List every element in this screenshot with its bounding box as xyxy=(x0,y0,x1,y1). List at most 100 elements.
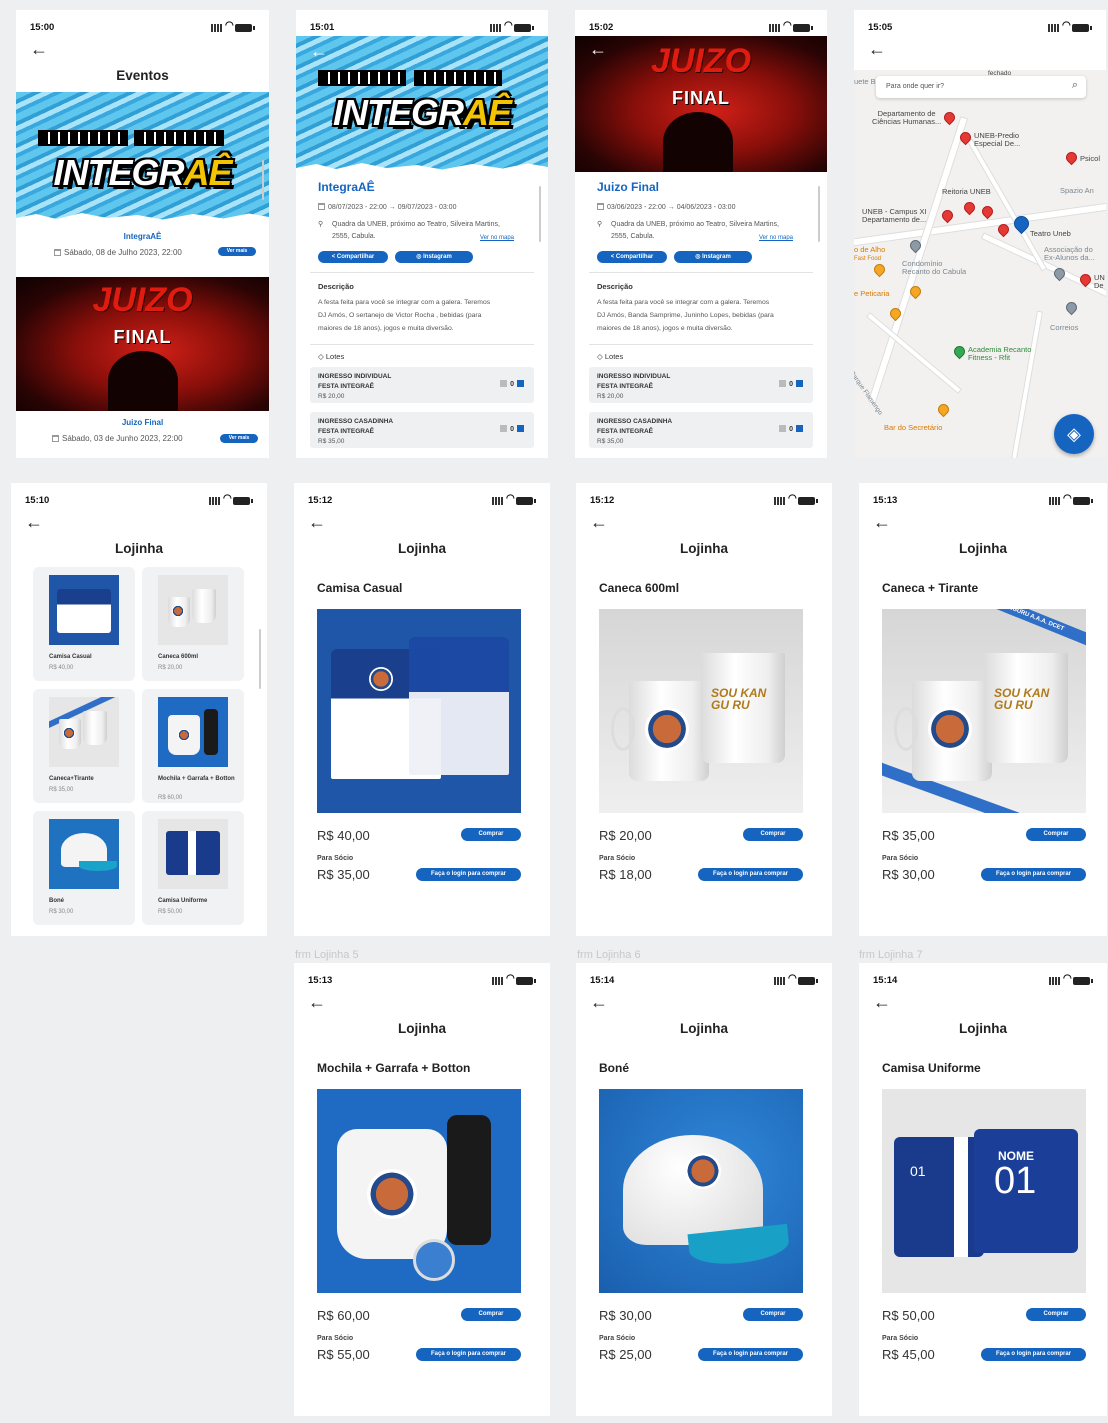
map-pin-icon[interactable] xyxy=(941,109,958,126)
ticket-lot: INGRESSO CASADINHA FESTA INTEGRAÊ R$ 35,00… xyxy=(310,412,534,448)
minus-icon xyxy=(779,425,787,432)
login-to-buy-button[interactable]: Faça o login para comprar xyxy=(416,868,521,881)
back-arrow-icon[interactable]: ← xyxy=(308,513,326,531)
back-arrow-icon[interactable]: ← xyxy=(873,993,891,1011)
login-to-buy-button[interactable]: Faça o login para comprar xyxy=(698,1348,803,1361)
event-description: A festa feita para você se integrar com … xyxy=(597,299,774,332)
instagram-button[interactable]: ◎ Instagram xyxy=(674,251,752,263)
map-label: Condomínio Recanto do Cabula xyxy=(902,259,967,276)
calendar-icon xyxy=(52,435,59,442)
quantity-stepper[interactable]: 0 xyxy=(497,380,524,390)
status-time: 15:13 xyxy=(308,975,333,986)
product-name: Caneca 600ml xyxy=(599,581,680,595)
directions-fab[interactable]: ◈ xyxy=(1054,414,1094,454)
share-button[interactable]: < Compartilhar xyxy=(318,251,388,263)
event-banner-integraae[interactable]: INTEGRAÊ xyxy=(16,92,269,222)
product-tile[interactable]: Boné R$ 30,00 xyxy=(33,811,135,925)
instagram-button[interactable]: ◎ Instagram xyxy=(395,251,473,263)
map-pin-icon[interactable] xyxy=(979,203,996,220)
back-arrow-icon[interactable]: ← xyxy=(590,993,608,1011)
ver-mais-button[interactable]: Ver mais xyxy=(220,434,258,443)
page-title: Lojinha xyxy=(959,1021,1007,1036)
search-input[interactable]: Para onde quer ir? xyxy=(886,83,944,90)
map-pin-icon[interactable] xyxy=(1063,149,1080,166)
quantity-stepper[interactable]: 0 xyxy=(776,425,803,435)
map-label: Associação do Ex-Alunos da... xyxy=(1044,245,1095,262)
map-view[interactable]: uete Br fechado Para onde quer ir? ⌕ Dep… xyxy=(854,70,1106,458)
product-tile[interactable]: Caneca 600ml R$ 20,00 xyxy=(142,567,244,681)
map-pin-icon[interactable] xyxy=(961,199,978,216)
page-title: Eventos xyxy=(116,68,169,83)
minus-icon xyxy=(500,380,508,387)
map-pin-icon[interactable] xyxy=(1063,299,1080,316)
event-banner-juizo-final[interactable]: JUIZO FINAL xyxy=(16,277,269,411)
status-bar: 15:10 ◠ xyxy=(25,494,253,507)
back-arrow-icon[interactable]: ← xyxy=(308,993,326,1011)
socio-label: Para Sócio xyxy=(317,855,354,862)
product-tile[interactable]: Caneca+Tirante R$ 35,00 xyxy=(33,689,135,803)
page-title: Lojinha xyxy=(398,1021,446,1036)
socio-price: R$ 30,00 xyxy=(882,867,935,882)
status-icons: ◠ xyxy=(492,494,536,506)
ver-mais-button[interactable]: Ver mais xyxy=(218,247,256,256)
map-link[interactable]: Ver no mapa xyxy=(480,232,514,244)
plus-icon xyxy=(796,425,803,432)
product-name: Camisa Casual xyxy=(317,581,403,595)
location-pin-icon: ⚲ xyxy=(318,221,324,228)
event-title: IntegraAÊ xyxy=(318,180,375,194)
back-arrow-icon[interactable]: ← xyxy=(30,40,48,58)
product-tile[interactable]: Camisa Uniforme R$ 50,00 xyxy=(142,811,244,925)
map-label: Academia Recanto Fitness - Rfit xyxy=(968,345,1032,362)
login-to-buy-button[interactable]: Faça o login para comprar xyxy=(698,868,803,881)
back-arrow-icon[interactable]: ← xyxy=(310,42,328,60)
gym-pin-icon[interactable] xyxy=(951,343,968,360)
status-bar: 15:12 ◠ xyxy=(590,494,818,507)
map-pin-icon[interactable] xyxy=(939,207,956,224)
buy-button[interactable]: Comprar xyxy=(743,828,803,841)
buy-button[interactable]: Comprar xyxy=(1026,828,1086,841)
sunglasses-icon xyxy=(318,70,406,86)
back-arrow-icon[interactable]: ← xyxy=(25,513,43,531)
minus-icon xyxy=(500,425,508,432)
lojinha-grid-screen: 15:10 ◠ ← Lojinha Camisa Casual R$ 40,00 … xyxy=(11,483,267,936)
event-banner: ← INTEGRAÊ xyxy=(296,36,548,172)
socio-label: Para Sócio xyxy=(882,855,919,862)
product-tile[interactable]: Mochila + Garrafa + Botton R$ 60,00 xyxy=(142,689,244,803)
quantity-stepper[interactable]: 0 xyxy=(497,425,524,435)
search-bar[interactable]: Para onde quer ir? ⌕ xyxy=(876,76,1086,98)
search-icon[interactable]: ⌕ xyxy=(1072,79,1078,92)
event-detail-integraae: 15:01 ◠ ← INTEGRAÊ IntegraAÊ 08/07/2023 -… xyxy=(296,10,548,458)
product-image xyxy=(49,575,119,645)
event-banner: ← JUIZO FINAL xyxy=(575,36,827,172)
bar-pin-icon[interactable] xyxy=(935,401,952,418)
food-pin-icon[interactable] xyxy=(871,261,888,278)
buy-button[interactable]: Comprar xyxy=(461,1308,521,1321)
page-title: Lojinha xyxy=(398,541,446,556)
product-tile[interactable]: Camisa Casual R$ 40,00 xyxy=(33,567,135,681)
product-image xyxy=(317,609,521,813)
buy-button[interactable]: Comprar xyxy=(1026,1308,1086,1321)
sunglasses-icon xyxy=(134,130,224,146)
product-name: Mochila + Garrafa + Botton xyxy=(317,1061,471,1075)
back-arrow-icon[interactable]: ← xyxy=(590,513,608,531)
page-title: Lojinha xyxy=(115,541,163,556)
back-arrow-icon[interactable]: ← xyxy=(873,513,891,531)
login-to-buy-button[interactable]: Faça o login para comprar xyxy=(981,868,1086,881)
status-bar: 15:12 ◠ xyxy=(308,494,536,507)
calendar-icon xyxy=(54,249,61,256)
buy-button[interactable]: Comprar xyxy=(743,1308,803,1321)
calendar-icon xyxy=(597,203,604,210)
share-button[interactable]: < Compartilhar xyxy=(597,251,667,263)
login-to-buy-button[interactable]: Faça o login para comprar xyxy=(981,1348,1086,1361)
buy-button[interactable]: Comprar xyxy=(461,828,521,841)
map-link[interactable]: Ver no mapa xyxy=(759,232,793,244)
status-time: 15:12 xyxy=(308,495,333,506)
event-title: Juizo Final xyxy=(597,180,660,194)
login-to-buy-button[interactable]: Faça o login para comprar xyxy=(416,1348,521,1361)
product-image: #SOUKANGURU A.A.A. DCET SOU KAN GU RU xyxy=(882,609,1086,813)
back-arrow-icon[interactable]: ← xyxy=(868,40,886,58)
quantity-stepper[interactable]: 0 xyxy=(776,380,803,390)
product-image xyxy=(158,697,228,767)
ticket-lot: INGRESSO CASADINHA FESTA INTEGRAÊ R$ 35,00… xyxy=(589,412,813,448)
product-price: R$ 60,00 xyxy=(317,1308,370,1323)
